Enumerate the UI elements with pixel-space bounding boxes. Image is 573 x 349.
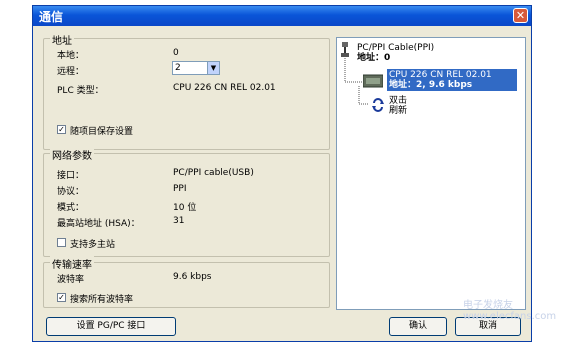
- baud-rate-label: 波特率: [57, 275, 85, 285]
- chevron-down-icon[interactable]: ▼: [207, 62, 219, 74]
- remote-address-select[interactable]: 2 ▼: [172, 61, 220, 75]
- local-value: 0: [173, 48, 179, 58]
- interface-value: PC/PPI cable(USB): [173, 168, 254, 178]
- refresh-node[interactable]: 双击 刷新: [389, 96, 407, 116]
- protocol-value: PPI: [173, 184, 187, 194]
- hsa-value: 31: [173, 216, 185, 226]
- communication-dialog: 通信 ✕ 地址 本地： 0 远程： 2 ▼ PLC 类型： CPU 226 CN…: [32, 5, 556, 342]
- cpu-node[interactable]: CPU 226 CN REL 02.01 地址：2, 9.6 kbps: [387, 69, 517, 91]
- cable-icon: [341, 42, 349, 57]
- baud-legend: 传输速率: [50, 256, 94, 271]
- mode-value: 10 位: [173, 203, 197, 213]
- cpu-name: CPU 226 CN REL 02.01: [389, 70, 492, 80]
- watermark: 电子发烧友 www.elecfans.com: [463, 300, 557, 322]
- protocol-label: 协议：: [57, 187, 85, 197]
- multimaster-label: 支持多主站: [70, 240, 116, 250]
- hsa-label: 最高站地址 (HSA)：: [57, 219, 140, 229]
- plc-type-label: PLC 类型：: [57, 86, 104, 96]
- search-baud-label: 搜索所有波特率: [70, 295, 134, 305]
- ok-button[interactable]: 确认: [389, 317, 447, 336]
- cable-address: 地址：0: [357, 53, 391, 63]
- cable-name[interactable]: PC/PPI Cable(PPI): [357, 43, 434, 53]
- remote-value: 2: [175, 63, 181, 73]
- refresh-line1: 双击: [389, 96, 408, 106]
- multimaster-checkbox[interactable]: [57, 238, 66, 247]
- search-baud-checkbox[interactable]: ✓: [57, 293, 66, 302]
- window-title: 通信: [39, 10, 64, 24]
- network-legend: 网络参数: [50, 147, 94, 162]
- title-bar: 通信 ✕: [33, 6, 531, 26]
- cpu-address: 地址：2, 9.6 kbps: [389, 80, 473, 90]
- save-settings-checkbox[interactable]: ✓: [57, 125, 66, 134]
- cpu-icon: [363, 74, 383, 88]
- refresh-icon: [372, 98, 384, 112]
- interface-label: 接口：: [57, 171, 85, 181]
- mode-label: 模式：: [57, 203, 85, 213]
- baud-rate-value: 9.6 kbps: [173, 272, 212, 282]
- local-label: 本地：: [57, 51, 85, 61]
- address-legend: 地址: [50, 32, 74, 47]
- remote-label: 远程：: [57, 67, 85, 77]
- refresh-line2: 刷新: [389, 106, 408, 116]
- plc-type-value: CPU 226 CN REL 02.01: [173, 83, 276, 93]
- close-button[interactable]: ✕: [513, 8, 528, 23]
- setup-pgpc-interface-button[interactable]: 设置 PG/PC 接口: [46, 317, 176, 336]
- save-settings-label: 随项目保存设置: [70, 127, 134, 137]
- network-tree[interactable]: PC/PPI Cable(PPI) 地址：0 CPU 226 CN REL 02…: [336, 37, 526, 310]
